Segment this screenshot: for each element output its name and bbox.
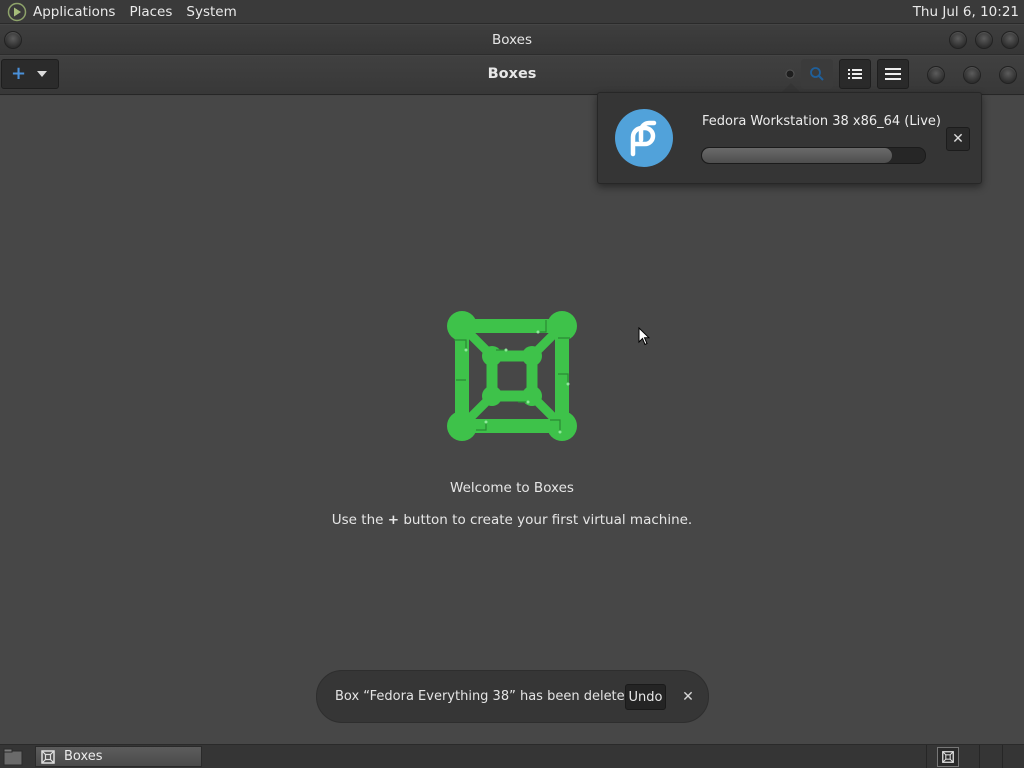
taskbar-boxes-window[interactable]: Boxes (35, 746, 202, 767)
window-title: Boxes (491, 32, 533, 48)
top-panel: Applications Places System Thu Jul 6, 10… (0, 0, 1024, 24)
boxes-app-icon (41, 749, 55, 764)
header-close-button[interactable] (999, 66, 1017, 84)
mouse-cursor-icon (638, 327, 650, 346)
applications-menu-icon[interactable] (7, 2, 27, 22)
fedora-logo-icon (615, 109, 673, 167)
header-bar: + Boxes (0, 56, 1024, 95)
undo-button[interactable]: Undo (625, 684, 666, 710)
header-maximize-button[interactable] (963, 66, 981, 84)
close-notification-button[interactable]: ✕ (679, 687, 697, 707)
workspace-switcher[interactable] (937, 747, 959, 767)
download-progress-bar (701, 147, 926, 164)
workspace-boxes-icon (942, 751, 954, 763)
download-popover: Fedora Workstation 38 x86_64 (Live) ✕ (597, 92, 982, 184)
deleted-notification: Box “Fedora Everything 38” has been dele… (316, 670, 709, 723)
bottom-taskbar: Boxes (0, 744, 1024, 768)
popover-arrow (782, 83, 800, 92)
applications-menu[interactable]: Applications (33, 4, 115, 20)
header-minimize-button[interactable] (927, 66, 945, 84)
clock[interactable]: Thu Jul 6, 10:21 (913, 4, 1019, 20)
list-view-icon (848, 69, 862, 79)
list-view-button[interactable] (839, 59, 871, 89)
system-menu[interactable]: System (186, 4, 236, 20)
hint-text-end: button to create your first virtual mach… (399, 512, 693, 528)
welcome-hint: Use the + button to create your first vi… (0, 512, 1024, 528)
workspace-divider (926, 745, 927, 768)
download-name: Fedora Workstation 38 x86_64 (Live) (702, 114, 941, 129)
window-titlebar[interactable]: Boxes (0, 25, 1024, 55)
taskbar-window-label: Boxes (64, 749, 103, 764)
hint-text-start: Use the (331, 512, 388, 528)
show-desktop-icon[interactable] (3, 748, 23, 766)
welcome-heading: Welcome to Boxes (450, 480, 574, 496)
workspace-divider (979, 745, 980, 768)
search-button[interactable] (801, 59, 833, 89)
hamburger-menu-icon (885, 68, 901, 80)
maximize-button[interactable] (975, 31, 993, 49)
boxes-logo-icon (447, 311, 577, 441)
places-menu[interactable]: Places (129, 4, 172, 20)
close-window-button[interactable] (1001, 31, 1019, 49)
minimize-button[interactable] (949, 31, 967, 49)
download-progress-fill (702, 148, 892, 163)
workspace-divider (1002, 745, 1003, 768)
main-content: Welcome to Boxes Use the + button to cre… (0, 96, 1024, 744)
cancel-download-button[interactable]: ✕ (946, 127, 970, 151)
search-icon (810, 67, 824, 81)
hint-plus-symbol: + (387, 512, 400, 528)
main-menu-button[interactable] (877, 59, 909, 89)
notification-message: Box “Fedora Everything 38” has been dele… (335, 689, 633, 704)
